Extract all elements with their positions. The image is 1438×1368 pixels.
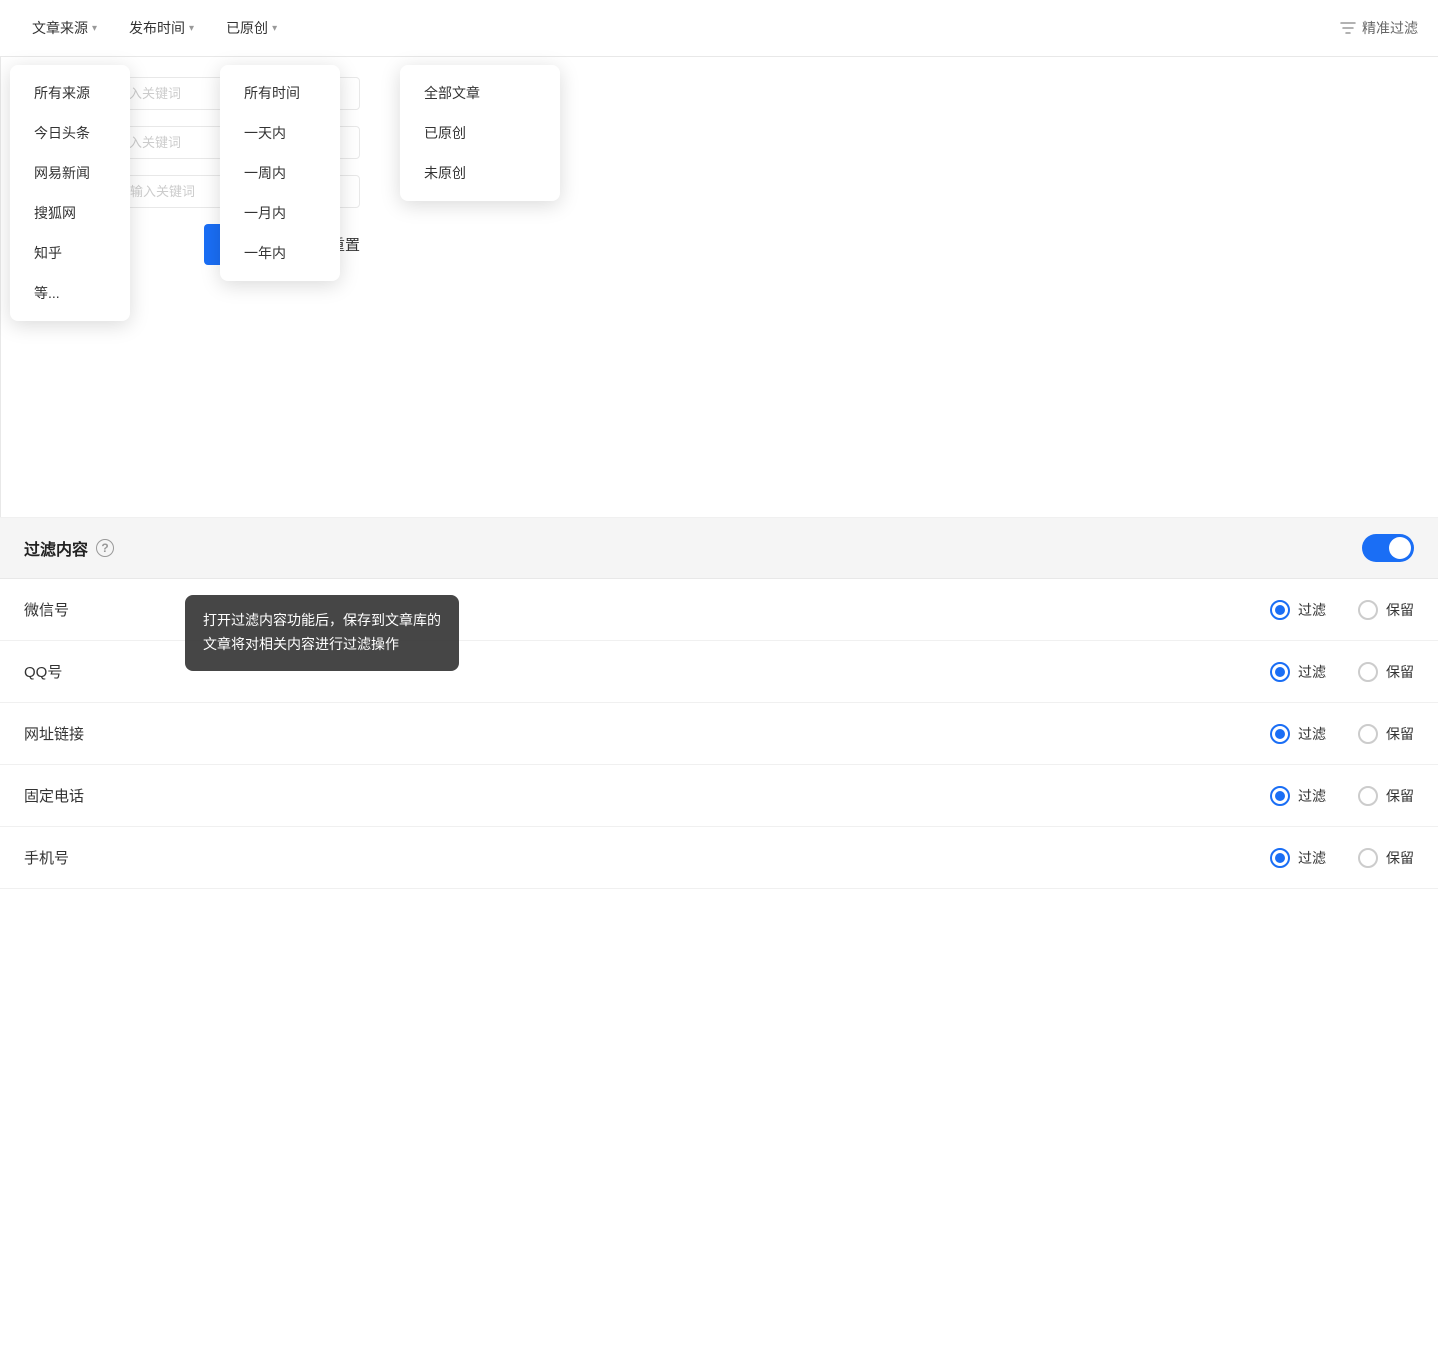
radio-label-保留: 保留 [1386, 600, 1414, 620]
radio-circle-保留 [1358, 600, 1378, 620]
radio-circle-保留 [1358, 786, 1378, 806]
radio-group-0: 过滤 保留 [1270, 600, 1414, 620]
radio-label-保留: 保留 [1386, 724, 1414, 744]
original-yes[interactable]: 已原创 [400, 113, 560, 153]
time-dropdown-menu: 所有时间 一天内 一周内 一月内 一年内 [220, 65, 340, 281]
time-all[interactable]: 所有时间 [220, 73, 340, 113]
radio-circle-过滤 [1270, 786, 1290, 806]
radio-option-保留[interactable]: 保留 [1358, 786, 1414, 806]
radio-circle-保留 [1358, 724, 1378, 744]
original-no[interactable]: 未原创 [400, 153, 560, 193]
radio-label-过滤: 过滤 [1298, 662, 1326, 682]
filter-content-toggle[interactable] [1362, 534, 1414, 562]
source-all[interactable]: 所有来源 [10, 73, 130, 113]
tooltip-box: 打开过滤内容功能后，保存到文章库的文章将对相关内容进行过滤操作 [185, 595, 459, 671]
source-dropdown-menu: 所有来源 今日头条 网易新闻 搜狐网 知乎 等... [10, 65, 130, 321]
radio-option-过滤[interactable]: 过滤 [1270, 786, 1326, 806]
radio-group-2: 过滤 保留 [1270, 724, 1414, 744]
time-year[interactable]: 一年内 [220, 233, 340, 273]
radio-group-4: 过滤 保留 [1270, 848, 1414, 868]
filter-item-row-4: 手机号 过滤 保留 [0, 827, 1438, 889]
radio-label-过滤: 过滤 [1298, 786, 1326, 806]
original-filter-label: 已原创 [226, 18, 268, 38]
radio-label-过滤: 过滤 [1298, 724, 1326, 744]
source-wangyi[interactable]: 网易新闻 [10, 153, 130, 193]
time-month[interactable]: 一月内 [220, 193, 340, 233]
source-zhihu[interactable]: 知乎 [10, 233, 130, 273]
filter-icon [1340, 20, 1356, 36]
radio-circle-过滤 [1270, 600, 1290, 620]
time-filter-label: 发布时间 [129, 18, 185, 38]
source-more[interactable]: 等... [10, 273, 130, 313]
filter-content-header: 过滤内容 ? [0, 518, 1438, 579]
time-filter-btn[interactable]: 发布时间 ▾ [117, 12, 206, 44]
radio-label-保留: 保留 [1386, 662, 1414, 682]
radio-option-保留[interactable]: 保留 [1358, 724, 1414, 744]
source-filter-btn[interactable]: 文章来源 ▾ [20, 12, 109, 44]
help-icon[interactable]: ? [96, 539, 114, 557]
tooltip-text: 打开过滤内容功能后，保存到文章库的文章将对相关内容进行过滤操作 [203, 612, 441, 652]
radio-group-1: 过滤 保留 [1270, 662, 1414, 682]
filter-item-row-3: 固定电话 过滤 保留 [0, 765, 1438, 827]
radio-option-过滤[interactable]: 过滤 [1270, 662, 1326, 682]
radio-group-3: 过滤 保留 [1270, 786, 1414, 806]
original-filter-btn[interactable]: 已原创 ▾ [214, 12, 289, 44]
original-dropdown-menu: 全部文章 已原创 未原创 [400, 65, 560, 201]
radio-label-过滤: 过滤 [1298, 848, 1326, 868]
radio-circle-保留 [1358, 662, 1378, 682]
radio-label-保留: 保留 [1386, 786, 1414, 806]
radio-circle-过滤 [1270, 724, 1290, 744]
filter-content-section: 过滤内容 ? 打开过滤内容功能后，保存到文章库的文章将对相关内容进行过滤操作 微… [0, 518, 1438, 889]
source-sohu[interactable]: 搜狐网 [10, 193, 130, 233]
time-arrow-icon: ▾ [189, 23, 194, 34]
radio-option-保留[interactable]: 保留 [1358, 600, 1414, 620]
filter-content-title-group: 过滤内容 ? [24, 536, 114, 560]
precision-filter: 精准过滤 [1340, 18, 1418, 38]
original-arrow-icon: ▾ [272, 23, 277, 34]
filter-item-label-4: 手机号 [24, 847, 144, 868]
filter-item-label-3: 固定电话 [24, 785, 144, 806]
radio-circle-保留 [1358, 848, 1378, 868]
radio-label-保留: 保留 [1386, 848, 1414, 868]
filter-item-label-2: 网址链接 [24, 723, 144, 744]
radio-option-保留[interactable]: 保留 [1358, 848, 1414, 868]
source-toutiao[interactable]: 今日头条 [10, 113, 130, 153]
radio-circle-过滤 [1270, 662, 1290, 682]
radio-option-过滤[interactable]: 过滤 [1270, 600, 1326, 620]
source-arrow-icon: ▾ [92, 23, 97, 34]
time-week[interactable]: 一周内 [220, 153, 340, 193]
radio-circle-过滤 [1270, 848, 1290, 868]
time-day[interactable]: 一天内 [220, 113, 340, 153]
source-filter-label: 文章来源 [32, 18, 88, 38]
filter-content-title-text: 过滤内容 [24, 536, 88, 560]
original-all[interactable]: 全部文章 [400, 73, 560, 113]
radio-label-过滤: 过滤 [1298, 600, 1326, 620]
top-filter-bar: 文章来源 ▾ 发布时间 ▾ 已原创 ▾ 精准过滤 [0, 0, 1438, 57]
radio-option-过滤[interactable]: 过滤 [1270, 848, 1326, 868]
filter-item-row-2: 网址链接 过滤 保留 [0, 703, 1438, 765]
filter-item-label-0: 微信号 [24, 599, 144, 620]
radio-option-过滤[interactable]: 过滤 [1270, 724, 1326, 744]
filter-item-label-1: QQ号 [24, 661, 144, 682]
radio-option-保留[interactable]: 保留 [1358, 662, 1414, 682]
